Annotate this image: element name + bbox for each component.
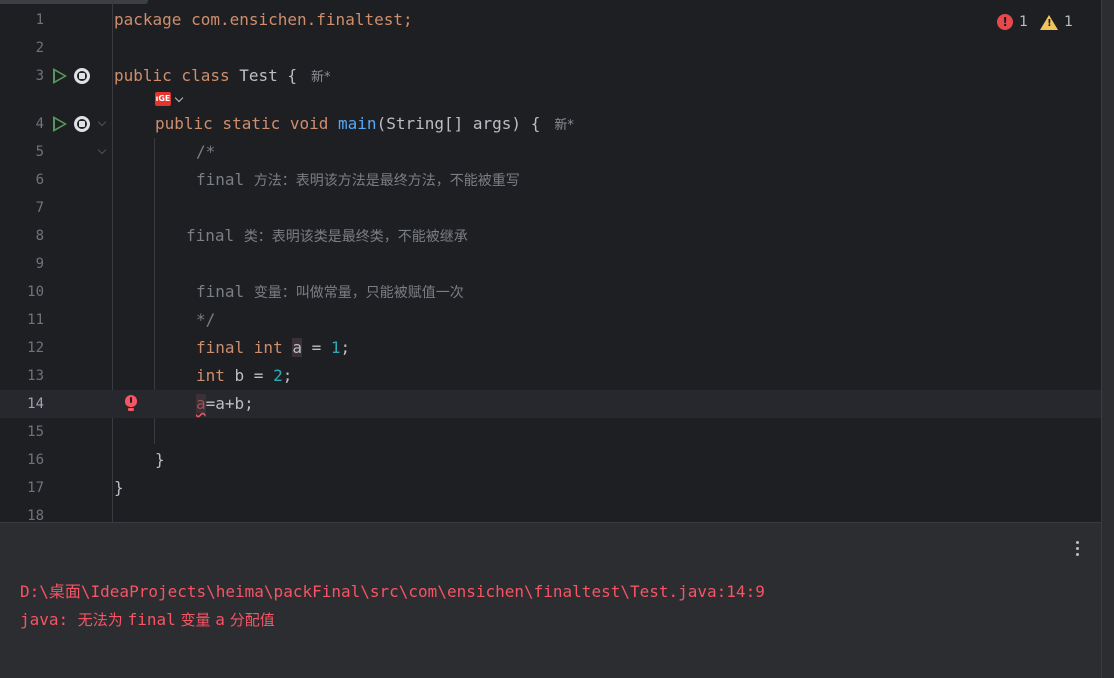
line-number: 1 — [35, 12, 44, 28]
line-number: 15 — [27, 424, 44, 440]
line-number: 11 — [27, 312, 44, 328]
more-options-icon[interactable] — [1076, 541, 1079, 556]
fold-icon[interactable] — [97, 117, 107, 127]
code-text: } — [155, 450, 165, 469]
code-text: public static void main(String[] args) {… — [155, 114, 574, 133]
build-output[interactable]: D:\桌面\IdeaProjects\heima\packFinal\src\c… — [0, 575, 1101, 678]
line-number: 18 — [27, 508, 44, 522]
horizontal-scroll-thumb[interactable] — [0, 0, 148, 4]
code-line[interactable]: 6 final 方法：表明该方法是最终方法，不能被重写 — [0, 166, 1101, 194]
debug-icon[interactable] — [74, 116, 90, 132]
code-line[interactable]: 2 — [0, 34, 1101, 62]
line-number: 4 — [35, 116, 44, 132]
code-text: final int a = 1; — [196, 338, 351, 357]
fold-icon[interactable] — [97, 145, 107, 155]
comment-text: final 方法：表明该方法是最终方法，不能被重写 — [196, 170, 520, 189]
debug-icon[interactable] — [74, 68, 90, 84]
author-hint[interactable]: 新* — [554, 118, 574, 133]
comment-text: final 类：表明该类是最终类，不能被继承 — [186, 226, 468, 245]
code-text: public class Test {新* — [114, 66, 331, 85]
variable-a: a — [292, 338, 302, 357]
line-number: 5 — [35, 144, 44, 160]
build-panel-header — [0, 522, 1101, 575]
line-number: 10 — [27, 284, 44, 300]
line-number: 6 — [35, 172, 44, 188]
error-variable-a: a — [196, 394, 206, 413]
code-line[interactable]: 1 package com.ensichen.finaltest; — [0, 6, 1101, 34]
line-number: 9 — [35, 256, 44, 272]
code-text: } — [114, 478, 124, 497]
code-line[interactable]: 4 public static void main(String[] args)… — [0, 110, 1101, 138]
line-number: 17 — [27, 480, 44, 496]
code-line[interactable]: 16 } — [0, 446, 1101, 474]
line-number: 13 — [27, 368, 44, 384]
code-line[interactable]: 13 int b = 2; — [0, 362, 1101, 390]
code-line[interactable]: 11 */ — [0, 306, 1101, 334]
line-number: 8 — [35, 228, 44, 244]
code-line[interactable]: 7 — [0, 194, 1101, 222]
error-path-line[interactable]: D:\桌面\IdeaProjects\heima\packFinal\src\c… — [20, 578, 765, 606]
code-line[interactable]: 12 final int a = 1; — [0, 334, 1101, 362]
comment-text: /* — [196, 142, 216, 161]
line-number: 16 — [27, 452, 44, 468]
code-line[interactable]: 5 /* — [0, 138, 1101, 166]
chevron-down-icon[interactable] — [174, 93, 184, 103]
code-line[interactable]: 8 final 类：表明该类是最终类，不能被继承 — [0, 222, 1101, 250]
code-text: int b = 2; — [196, 366, 293, 385]
code-line[interactable]: 3 public class Test {新* — [0, 62, 1101, 90]
line-number: 7 — [35, 200, 44, 216]
code-line[interactable]: 9 — [0, 250, 1101, 278]
run-icon[interactable] — [53, 68, 67, 84]
code-text: a=a+b; — [196, 394, 254, 413]
line-number: 2 — [35, 40, 44, 56]
author-hint[interactable]: 新* — [311, 70, 331, 85]
line-number: 3 — [35, 68, 44, 84]
comment-text: */ — [196, 310, 216, 329]
ai-assistant-icon[interactable]: ıGE — [155, 92, 171, 106]
line-number: 12 — [27, 340, 44, 356]
error-message-line: java: 无法为 final 变量 a 分配值 — [20, 610, 275, 629]
code-line-current[interactable]: 14 a=a+b; — [0, 390, 1101, 418]
comment-text: final 变量：叫做常量，只能被赋值一次 — [196, 282, 464, 301]
code-editor[interactable]: ! 1 ! 1 1 package com.ensichen.finaltest… — [0, 0, 1101, 522]
code-line[interactable]: 17 } — [0, 474, 1101, 502]
code-text: package com.ensichen.finaltest; — [114, 10, 413, 29]
error-bulb-icon[interactable] — [125, 395, 137, 411]
run-icon[interactable] — [53, 116, 67, 132]
vertical-scrollbar[interactable] — [1101, 0, 1114, 678]
code-line[interactable]: 18 — [0, 502, 1101, 522]
code-line[interactable]: 10 final 变量：叫做常量，只能被赋值一次 — [0, 278, 1101, 306]
code-line[interactable]: 15 — [0, 418, 1101, 446]
line-number: 14 — [27, 396, 44, 412]
